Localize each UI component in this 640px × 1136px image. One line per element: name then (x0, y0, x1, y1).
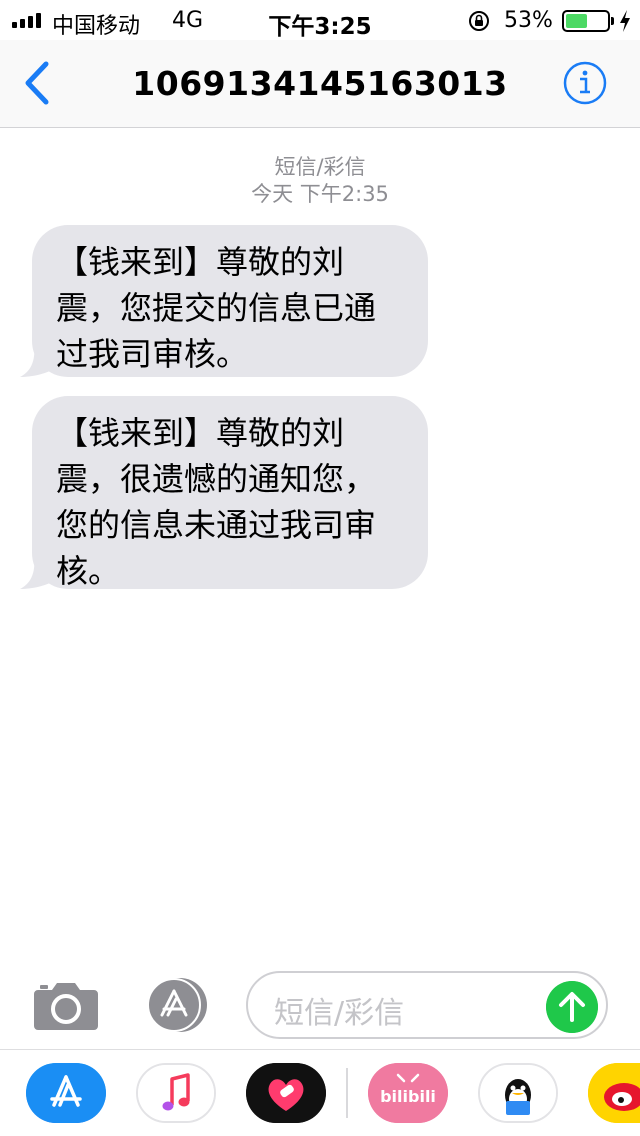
app-drawer: bilibili (0, 1049, 640, 1136)
message-timestamp: 今天 下午2:35 (251, 182, 389, 206)
input-placeholder: 短信/彩信 (274, 996, 405, 1031)
message-type-label: 短信/彩信 (274, 155, 366, 179)
message-line: 核。 (56, 552, 121, 590)
battery-icon (562, 10, 610, 32)
orientation-lock-icon (469, 11, 489, 31)
music-app-icon[interactable] (136, 1063, 216, 1123)
message-line: 您的信息未通过我司审 (56, 506, 377, 544)
qq-app-icon[interactable] (478, 1063, 558, 1123)
heart-app-icon[interactable] (246, 1063, 326, 1123)
charging-bolt-icon (620, 10, 630, 32)
battery-percent: 53% (504, 8, 553, 33)
conversation-meta: 短信/彩信 今天 下午2:35 (0, 154, 640, 208)
info-icon[interactable] (562, 60, 608, 106)
battery-fill (566, 14, 588, 28)
status-bar: 中国移动 4G 下午3:25 53% (0, 0, 640, 40)
message-bubble[interactable]: 【钱来到】尊敬的刘 震，您提交的信息已通 过我司审核。 (32, 225, 428, 377)
message-line: 【钱来到】尊敬的刘 (56, 243, 345, 281)
message-line: 震，您提交的信息已通 (56, 289, 377, 327)
nav-bar: 1069134145163013 (0, 40, 640, 128)
camera-icon[interactable] (34, 980, 98, 1030)
message-line: 【钱来到】尊敬的刘 (56, 414, 345, 452)
message-line: 过我司审核。 (56, 335, 249, 373)
drawer-separator (346, 1068, 348, 1118)
weibo-app-icon[interactable] (588, 1063, 640, 1123)
message-input[interactable]: 短信/彩信 (246, 971, 608, 1039)
app-store-app-icon[interactable] (26, 1063, 106, 1123)
bilibili-app-icon[interactable]: bilibili (368, 1063, 448, 1123)
conversation-title: 1069134145163013 (132, 64, 508, 103)
message-line: 震，很遗憾的通知您， (56, 460, 377, 498)
send-arrow-icon[interactable] (546, 981, 598, 1033)
app-store-icon[interactable] (140, 977, 212, 1033)
battery-cap (611, 17, 614, 25)
bilibili-logo-text: bilibili (380, 1087, 436, 1106)
message-bubble[interactable]: 【钱来到】尊敬的刘 震，很遗憾的通知您， 您的信息未通过我司审 核。 (32, 396, 428, 590)
